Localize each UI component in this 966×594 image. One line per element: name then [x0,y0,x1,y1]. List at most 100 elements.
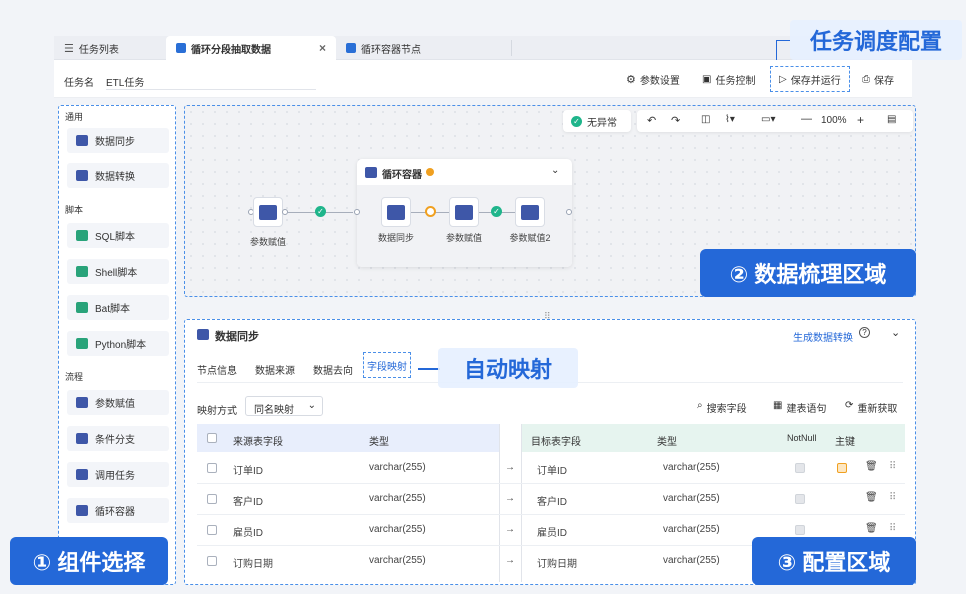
source-type: varchar(255) [369,462,426,473]
layout-icon[interactable]: ◫ [701,114,710,125]
section-script: 脚本 [65,205,84,215]
task-name-input[interactable]: ETL任务 [106,70,316,90]
region-badge-flow: ② 数据梳理区域 [700,249,916,297]
column-header: 主键 [835,437,855,448]
connector-icon[interactable]: ⌇▾ [725,114,735,125]
tab-loop-container[interactable]: 循环容器节点 [336,40,512,56]
undo-icon[interactable]: ↶ [647,114,656,127]
target-field[interactable]: 订购日期 [537,555,577,570]
target-type[interactable]: varchar(255) [663,555,720,566]
trash-icon[interactable]: 🗑 [865,523,878,534]
node-param-assign[interactable] [449,197,479,227]
drag-handle-icon[interactable]: ⠿ [889,461,896,472]
component-condition[interactable]: 条件分支 [67,426,169,451]
port[interactable] [566,209,572,215]
trash-icon[interactable]: 🗑 [865,492,878,503]
node-data-sync[interactable] [381,197,411,227]
save-run-button[interactable]: ▷ 保存并运行 [770,66,850,92]
save-run-icon: ▷ [779,73,787,85]
arrow-icon: → [505,462,515,473]
row-checkbox[interactable] [207,556,217,566]
param-icon [455,204,473,220]
zoom-out-button[interactable]: — [801,113,812,125]
canvas-toolbar: ↶ ↷ ◫ ⌇▾ ▭▾ — 100% + ▤ [637,110,913,132]
tab-loop-extract[interactable]: 循环分段抽取数据 × [166,36,336,60]
component-bat[interactable]: Bat脚本 [67,295,169,320]
task-toolbar: 任务名 ETL任务 ⚙ 参数设置 ▣ 任务控制 ▷ 保存并运行 ⎙ 保存 [54,60,912,98]
node-label: 参数赋值 [249,237,286,247]
source-field: 客户ID [233,497,263,508]
search-field-button[interactable]: ⌕ 搜索字段 [697,400,747,415]
arrow-icon: → [505,555,515,566]
tab-node-info[interactable]: 节点信息 [197,362,237,377]
component-data-sync[interactable]: 数据同步 [67,128,169,153]
notnull-checkbox[interactable] [795,463,805,473]
fit-icon[interactable]: ▭▾ [761,114,775,125]
source-field: 订购日期 [233,559,273,570]
row-checkbox[interactable] [207,525,217,535]
map-mode-label: 映射方式 [197,406,237,417]
chevron-down-icon[interactable]: ⌄ [551,165,559,176]
trash-icon[interactable]: 🗑 [865,461,878,472]
column-header: 来源表字段 [233,437,283,448]
build-sql-button[interactable]: ▦ 建表语句 [773,400,826,415]
drag-handle-icon[interactable]: ⠿ [889,523,896,534]
row-checkbox[interactable] [207,494,217,504]
help-icon[interactable]: ? [859,327,870,338]
divider [521,424,522,582]
map-mode-select[interactable]: 同名映射 ⌄ [245,396,323,416]
component-loop-container[interactable]: 循环容器 [67,498,169,523]
tab-task-list[interactable]: ☰ 任务列表 [54,36,166,60]
check-icon: ✓ [571,115,582,127]
node-param-assign-2[interactable] [515,197,545,227]
zoom-in-button[interactable]: + [857,113,864,127]
sql-icon [76,230,88,241]
chevron-down-icon[interactable]: ⌄ [891,326,900,339]
target-type[interactable]: varchar(255) [663,462,720,473]
port[interactable] [354,209,360,215]
minimap-icon[interactable]: ▤ [887,114,896,125]
notnull-checkbox[interactable] [795,494,805,504]
component-shell[interactable]: Shell脚本 [67,259,169,284]
region-badge-component: ① 组件选择 [10,537,168,585]
tab-data-target[interactable]: 数据去向 [313,362,353,377]
table-icon: ▦ [773,400,783,411]
component-python[interactable]: Python脚本 [67,331,169,356]
loop-container-node[interactable]: 循环容器 ⌄ 数据同步 参数赋值 ✓ 参数赋值2 [354,159,572,267]
node-param-assign[interactable] [253,197,283,227]
zoom-level: 100% [821,115,847,126]
call-icon [76,469,88,480]
generate-transform-link[interactable]: 生成数据转换 [793,329,853,344]
target-type[interactable]: varchar(255) [663,524,720,535]
section-common: 通用 [65,112,84,122]
redo-icon[interactable]: ↷ [671,114,680,127]
task-control-button[interactable]: ▣ 任务控制 [702,72,755,87]
refetch-button[interactable]: ⟳ 重新获取 [845,400,897,415]
target-field[interactable]: 订单ID [537,462,567,477]
target-type[interactable]: varchar(255) [663,493,720,504]
save-button[interactable]: ⎙ 保存 [862,72,894,87]
select-all-checkbox[interactable] [207,433,217,443]
params-button[interactable]: ⚙ 参数设置 [626,72,680,87]
arrow-icon: → [505,524,515,535]
node-label: 数据同步 [377,233,414,243]
source-field: 雇员ID [233,528,263,539]
list-icon: ☰ [64,42,74,55]
component-call-task[interactable]: 调用任务 [67,462,169,487]
primary-key-checkbox[interactable] [837,463,847,473]
target-field[interactable]: 雇员ID [537,524,567,539]
shell-icon [76,266,88,277]
tab-data-source[interactable]: 数据来源 [255,362,295,377]
component-param-assign[interactable]: 参数赋值 [67,390,169,415]
close-icon[interactable]: × [319,41,326,55]
drag-handle-icon[interactable]: ⠿ [889,492,896,503]
component-sql[interactable]: SQL脚本 [67,223,169,248]
row-checkbox[interactable] [207,463,217,473]
tab-field-mapping[interactable]: 字段映射 [363,352,411,378]
param-icon [259,204,277,220]
gear-icon: ⚙ [626,74,636,86]
component-data-transform[interactable]: 数据转换 [67,163,169,188]
source-type: varchar(255) [369,493,426,504]
notnull-checkbox[interactable] [795,525,805,535]
target-field[interactable]: 客户ID [537,493,567,508]
